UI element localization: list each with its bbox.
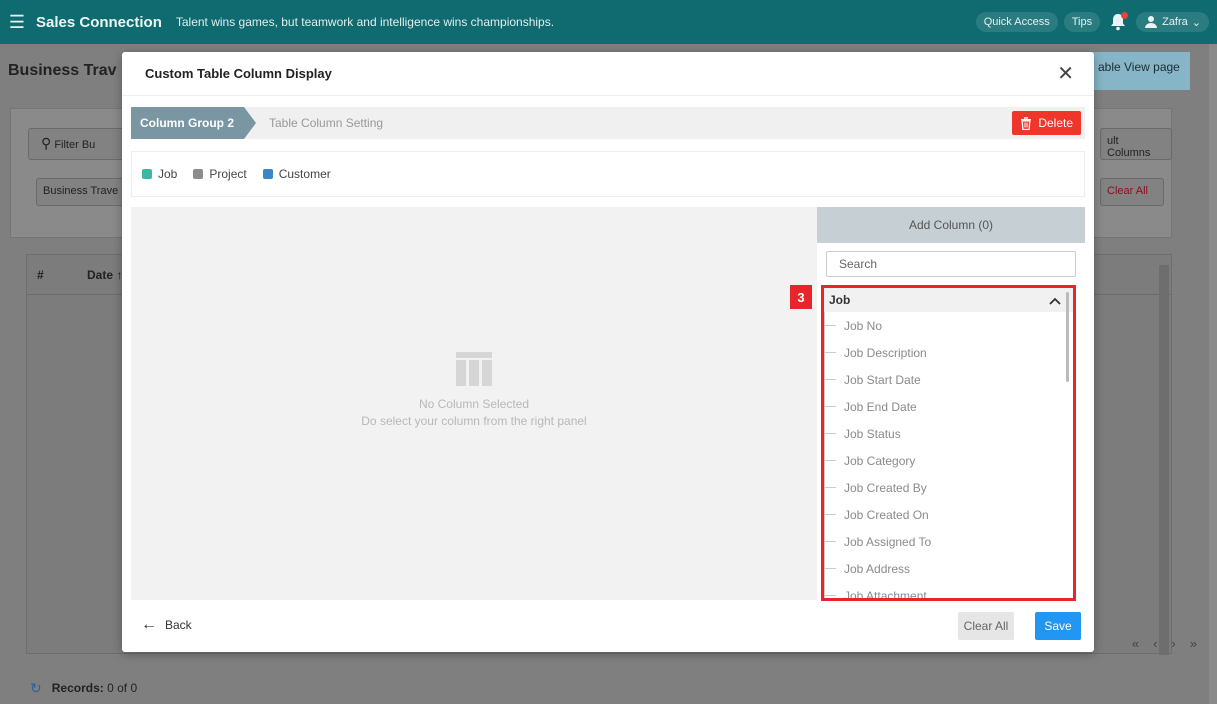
column-header-number[interactable]: # [27, 268, 75, 282]
column-search-input[interactable] [826, 251, 1076, 277]
column-item[interactable]: Job Assigned To [824, 528, 1073, 555]
page-scrollbar[interactable] [1209, 44, 1217, 704]
add-column-header: Add Column (0) [817, 207, 1085, 243]
user-menu[interactable]: Zafra ⌄ [1136, 12, 1209, 32]
user-icon [1145, 16, 1158, 28]
quick-access-button[interactable]: Quick Access [975, 12, 1058, 32]
pagination: « ‹ › » [1132, 636, 1197, 651]
empty-state: No Column Selected Do select your column… [131, 352, 817, 430]
column-item[interactable]: Job Created On [824, 501, 1073, 528]
column-item[interactable]: Job End Date [824, 393, 1073, 420]
table-columns-icon [456, 352, 492, 386]
tagline: Talent wins games, but teamwork and inte… [175, 15, 555, 29]
top-navigation-bar: ☰ Sales Connection Talent wins games, bu… [0, 0, 1217, 44]
previous-page-button[interactable]: ‹ [1153, 636, 1157, 651]
column-list: Job Job No Job Description Job Start Dat… [821, 285, 1076, 601]
delete-button[interactable]: Delete [1012, 111, 1081, 135]
table-footer: ↻ Records: 0 of 0 [0, 672, 1217, 704]
back-button[interactable]: ← Back [131, 610, 202, 640]
modal-title: Custom Table Column Display [145, 66, 332, 81]
notification-bell-icon[interactable] [1106, 10, 1130, 34]
back-label: Back [165, 618, 192, 632]
records-count: 0 of 0 [107, 681, 138, 695]
save-button[interactable]: Save [1035, 612, 1081, 640]
column-item[interactable]: Job No [824, 312, 1073, 339]
empty-state-title: No Column Selected [418, 397, 530, 411]
annotation-badge: 3 [790, 285, 812, 309]
column-item[interactable]: Job Address [824, 555, 1073, 582]
user-name: Zafra [1162, 16, 1188, 28]
default-columns-button[interactable]: ult Columns [1100, 128, 1172, 160]
notification-dot [1121, 12, 1129, 19]
column-item[interactable]: Job Created By [824, 474, 1073, 501]
column-header-date[interactable]: Date ↑ [75, 268, 122, 282]
hamburger-menu-icon[interactable]: ☰ [0, 12, 34, 33]
legend-swatch [262, 169, 273, 179]
table-view-page-button[interactable]: able View page [1090, 52, 1190, 90]
first-page-button[interactable]: « [1132, 636, 1139, 651]
column-legend: Job Project Customer [131, 151, 1085, 197]
next-page-button[interactable]: › [1171, 636, 1175, 651]
records-label: Records: [51, 681, 104, 695]
custom-table-column-display-modal: Custom Table Column Display ✕ Column Gro… [122, 52, 1094, 652]
step-table-column-setting[interactable]: Table Column Setting [269, 116, 383, 130]
step-column-group[interactable]: Column Group 2 [131, 107, 256, 139]
filter-chip[interactable]: Business Trave [36, 178, 136, 206]
modal-header: Custom Table Column Display ✕ [122, 52, 1094, 96]
app-name[interactable]: Sales Connection [36, 14, 162, 31]
trash-icon [1021, 116, 1032, 130]
column-list-scrollbar[interactable] [1066, 292, 1069, 382]
tips-button[interactable]: Tips [1063, 12, 1101, 32]
legend-item-job: Job [142, 167, 177, 181]
clear-all-button[interactable]: Clear All [958, 612, 1014, 640]
delete-label: Delete [1038, 116, 1073, 130]
column-item[interactable]: Job Category [824, 447, 1073, 474]
legend-item-project: Project [193, 167, 247, 181]
chevron-up-icon[interactable] [1049, 292, 1061, 308]
group-label: Job [829, 293, 851, 307]
add-column-panel: Add Column (0) Job Job No Job Descriptio… [790, 207, 1085, 601]
chevron-down-icon: ⌄ [1191, 16, 1201, 29]
column-item[interactable]: Job Start Date [824, 366, 1073, 393]
empty-state-hint: Do select your column from the right pan… [361, 414, 587, 428]
last-page-button[interactable]: » [1190, 636, 1197, 651]
column-item[interactable]: Job Status [824, 420, 1073, 447]
search-icon: ⚲ [41, 135, 52, 151]
step-bar: Column Group 2 Table Column Setting Dele… [131, 107, 1085, 139]
legend-swatch [142, 169, 152, 179]
column-item[interactable]: Job Description [824, 339, 1073, 366]
column-item[interactable]: Job Attachment [824, 582, 1073, 598]
selected-columns-area: No Column Selected Do select your column… [131, 207, 817, 600]
legend-swatch [193, 169, 204, 179]
refresh-icon[interactable]: ↻ [30, 680, 42, 697]
column-group-job[interactable]: Job [824, 288, 1073, 312]
topbar-actions: Quick Access Tips Zafra ⌄ [975, 10, 1217, 34]
page-title: Business Trav [8, 62, 117, 79]
legend-item-customer: Customer [262, 167, 331, 181]
clear-all-filters-button[interactable]: Clear All [1100, 178, 1164, 206]
arrow-left-icon: ← [141, 616, 157, 633]
close-icon[interactable]: ✕ [1057, 61, 1074, 86]
table-scrollbar[interactable] [1159, 265, 1169, 655]
